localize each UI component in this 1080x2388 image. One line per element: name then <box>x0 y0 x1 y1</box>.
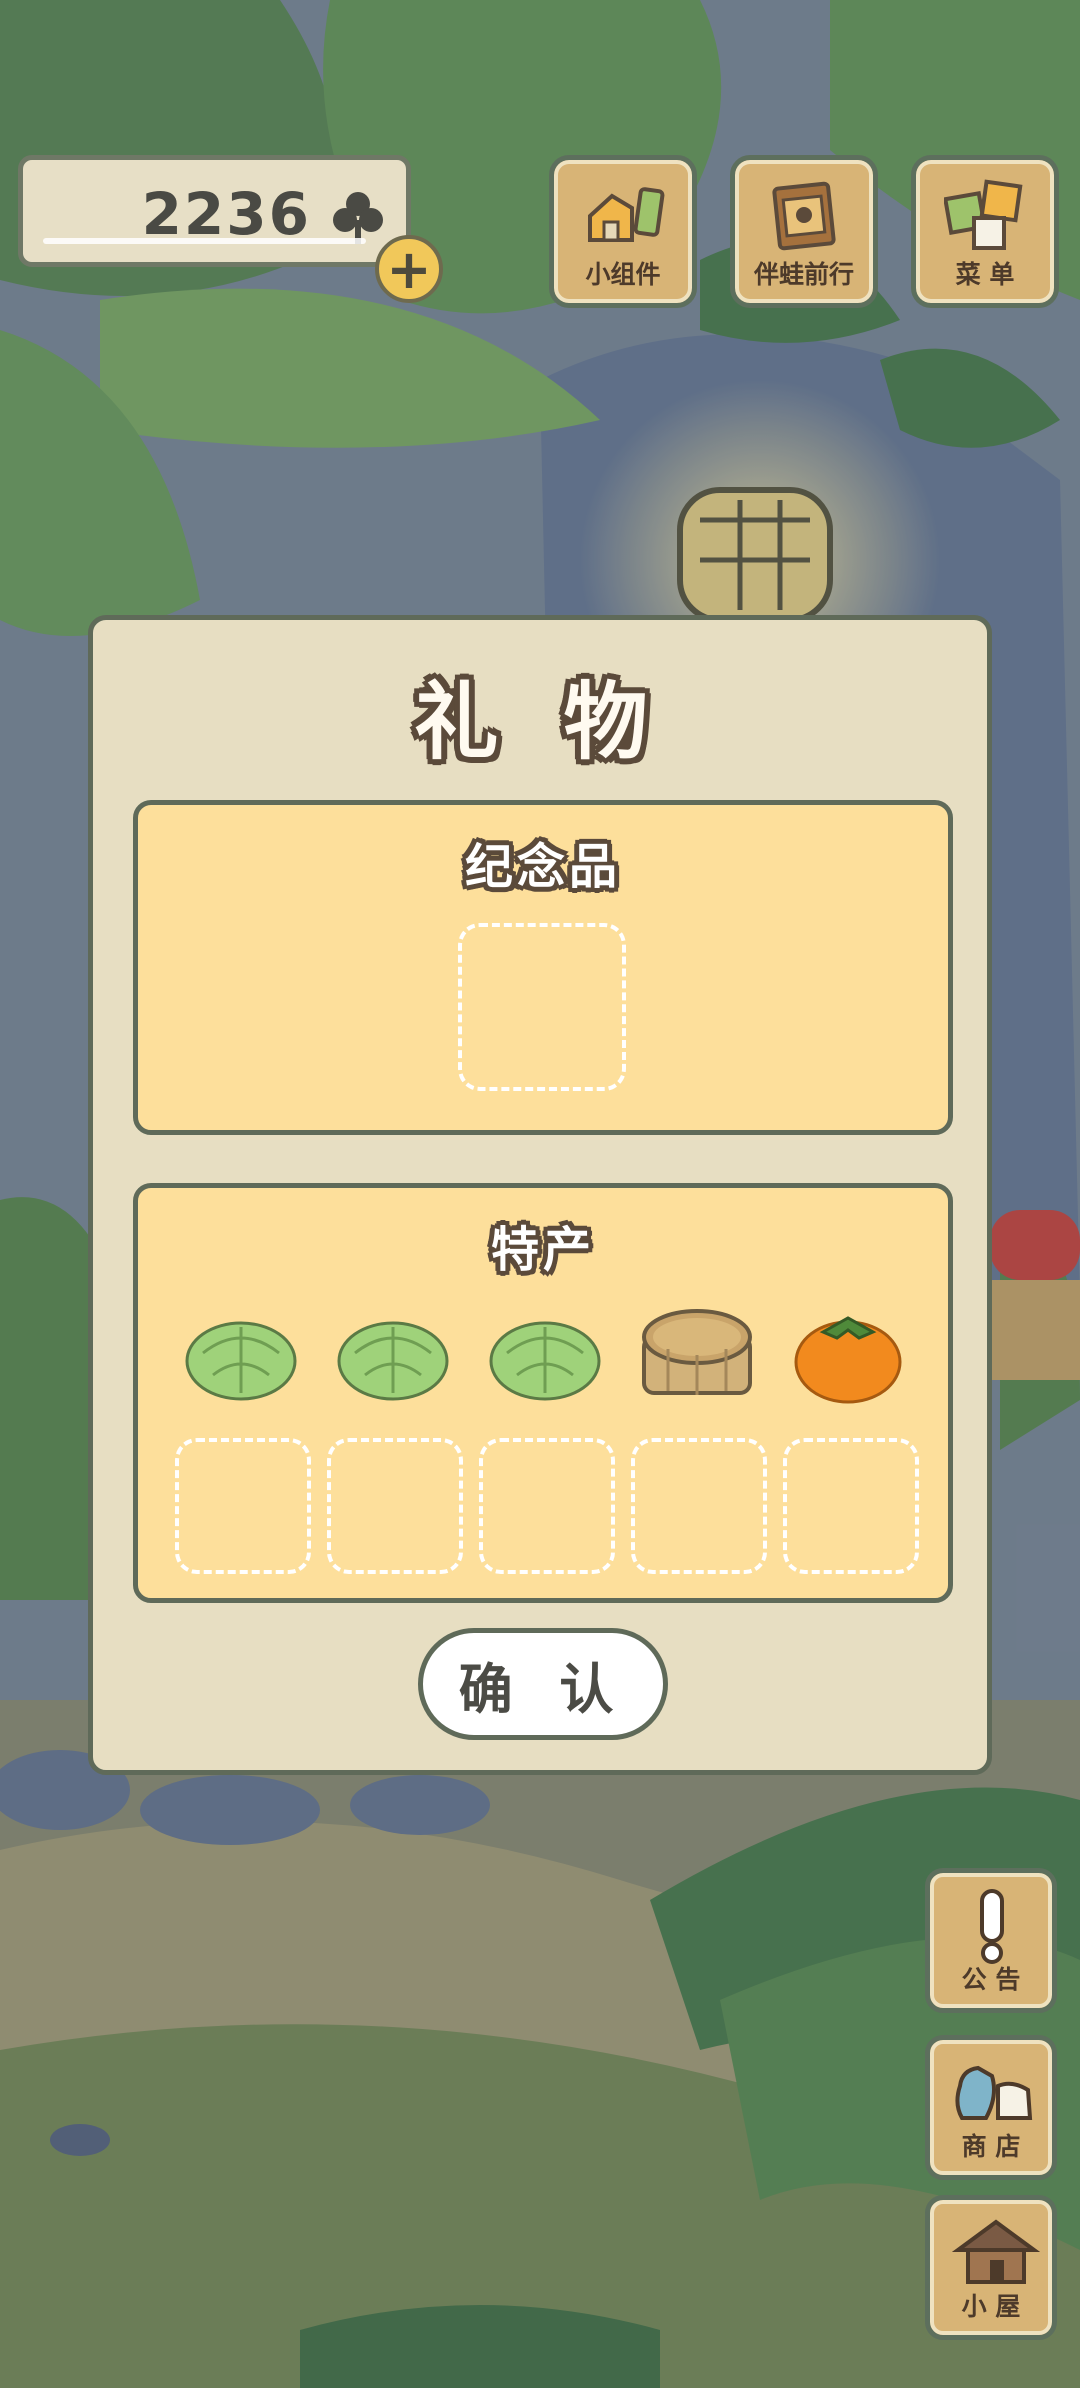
cabbage-icon[interactable] <box>487 1313 603 1403</box>
shop-button[interactable]: 商 店 <box>925 2035 1057 2180</box>
specialty-slot[interactable] <box>175 1438 311 1574</box>
menu-label: 菜 单 <box>955 260 1015 289</box>
confirm-button[interactable]: 确 认 <box>418 1628 668 1740</box>
clover-counter: 2236 <box>18 155 411 267</box>
add-clover-button[interactable]: + <box>375 235 443 303</box>
souvenir-title: 纪念品 <box>464 839 621 895</box>
notice-button[interactable]: 公 告 <box>925 1868 1057 2013</box>
house-icon <box>952 2219 1040 2284</box>
journey-button[interactable]: 伴蛙前行 <box>730 155 878 308</box>
specialty-slot[interactable] <box>479 1438 615 1574</box>
notice-label: 公 告 <box>961 1965 1021 1994</box>
cabbage-icon[interactable] <box>335 1313 451 1403</box>
specialty-slot[interactable] <box>783 1438 919 1574</box>
exclamation-icon <box>980 1889 1004 1964</box>
menu-button[interactable]: 菜 单 <box>911 155 1059 308</box>
menu-icon <box>944 179 1023 250</box>
cabbage-icon[interactable] <box>183 1313 299 1403</box>
specialty-slot[interactable] <box>327 1438 463 1574</box>
specialty-title: 特产 <box>490 1222 595 1278</box>
dialog-title: 礼 物 <box>414 673 666 771</box>
house-button[interactable]: 小 屋 <box>925 2195 1057 2340</box>
shop-bag-icon <box>955 2065 1033 2120</box>
journey-label: 伴蛙前行 <box>753 260 854 289</box>
persimmon-icon[interactable] <box>793 1308 903 1404</box>
album-icon <box>772 181 836 251</box>
specialty-panel: 特产 <box>133 1183 953 1603</box>
souvenir-panel: 纪念品 <box>133 800 953 1135</box>
specialty-slot[interactable] <box>631 1438 767 1574</box>
house-label: 小 屋 <box>961 2292 1021 2321</box>
widget-button[interactable]: 小组件 <box>549 155 697 308</box>
currency-underline <box>43 238 366 244</box>
gift-dialog: 礼 物 纪念品 特产 确 认 <box>88 615 992 1775</box>
widget-label: 小组件 <box>585 260 661 289</box>
souvenir-slot[interactable] <box>458 923 626 1091</box>
shop-label: 商 店 <box>961 2132 1021 2161</box>
natto-tub-icon[interactable] <box>638 1303 756 1405</box>
widget-icon <box>588 187 665 242</box>
